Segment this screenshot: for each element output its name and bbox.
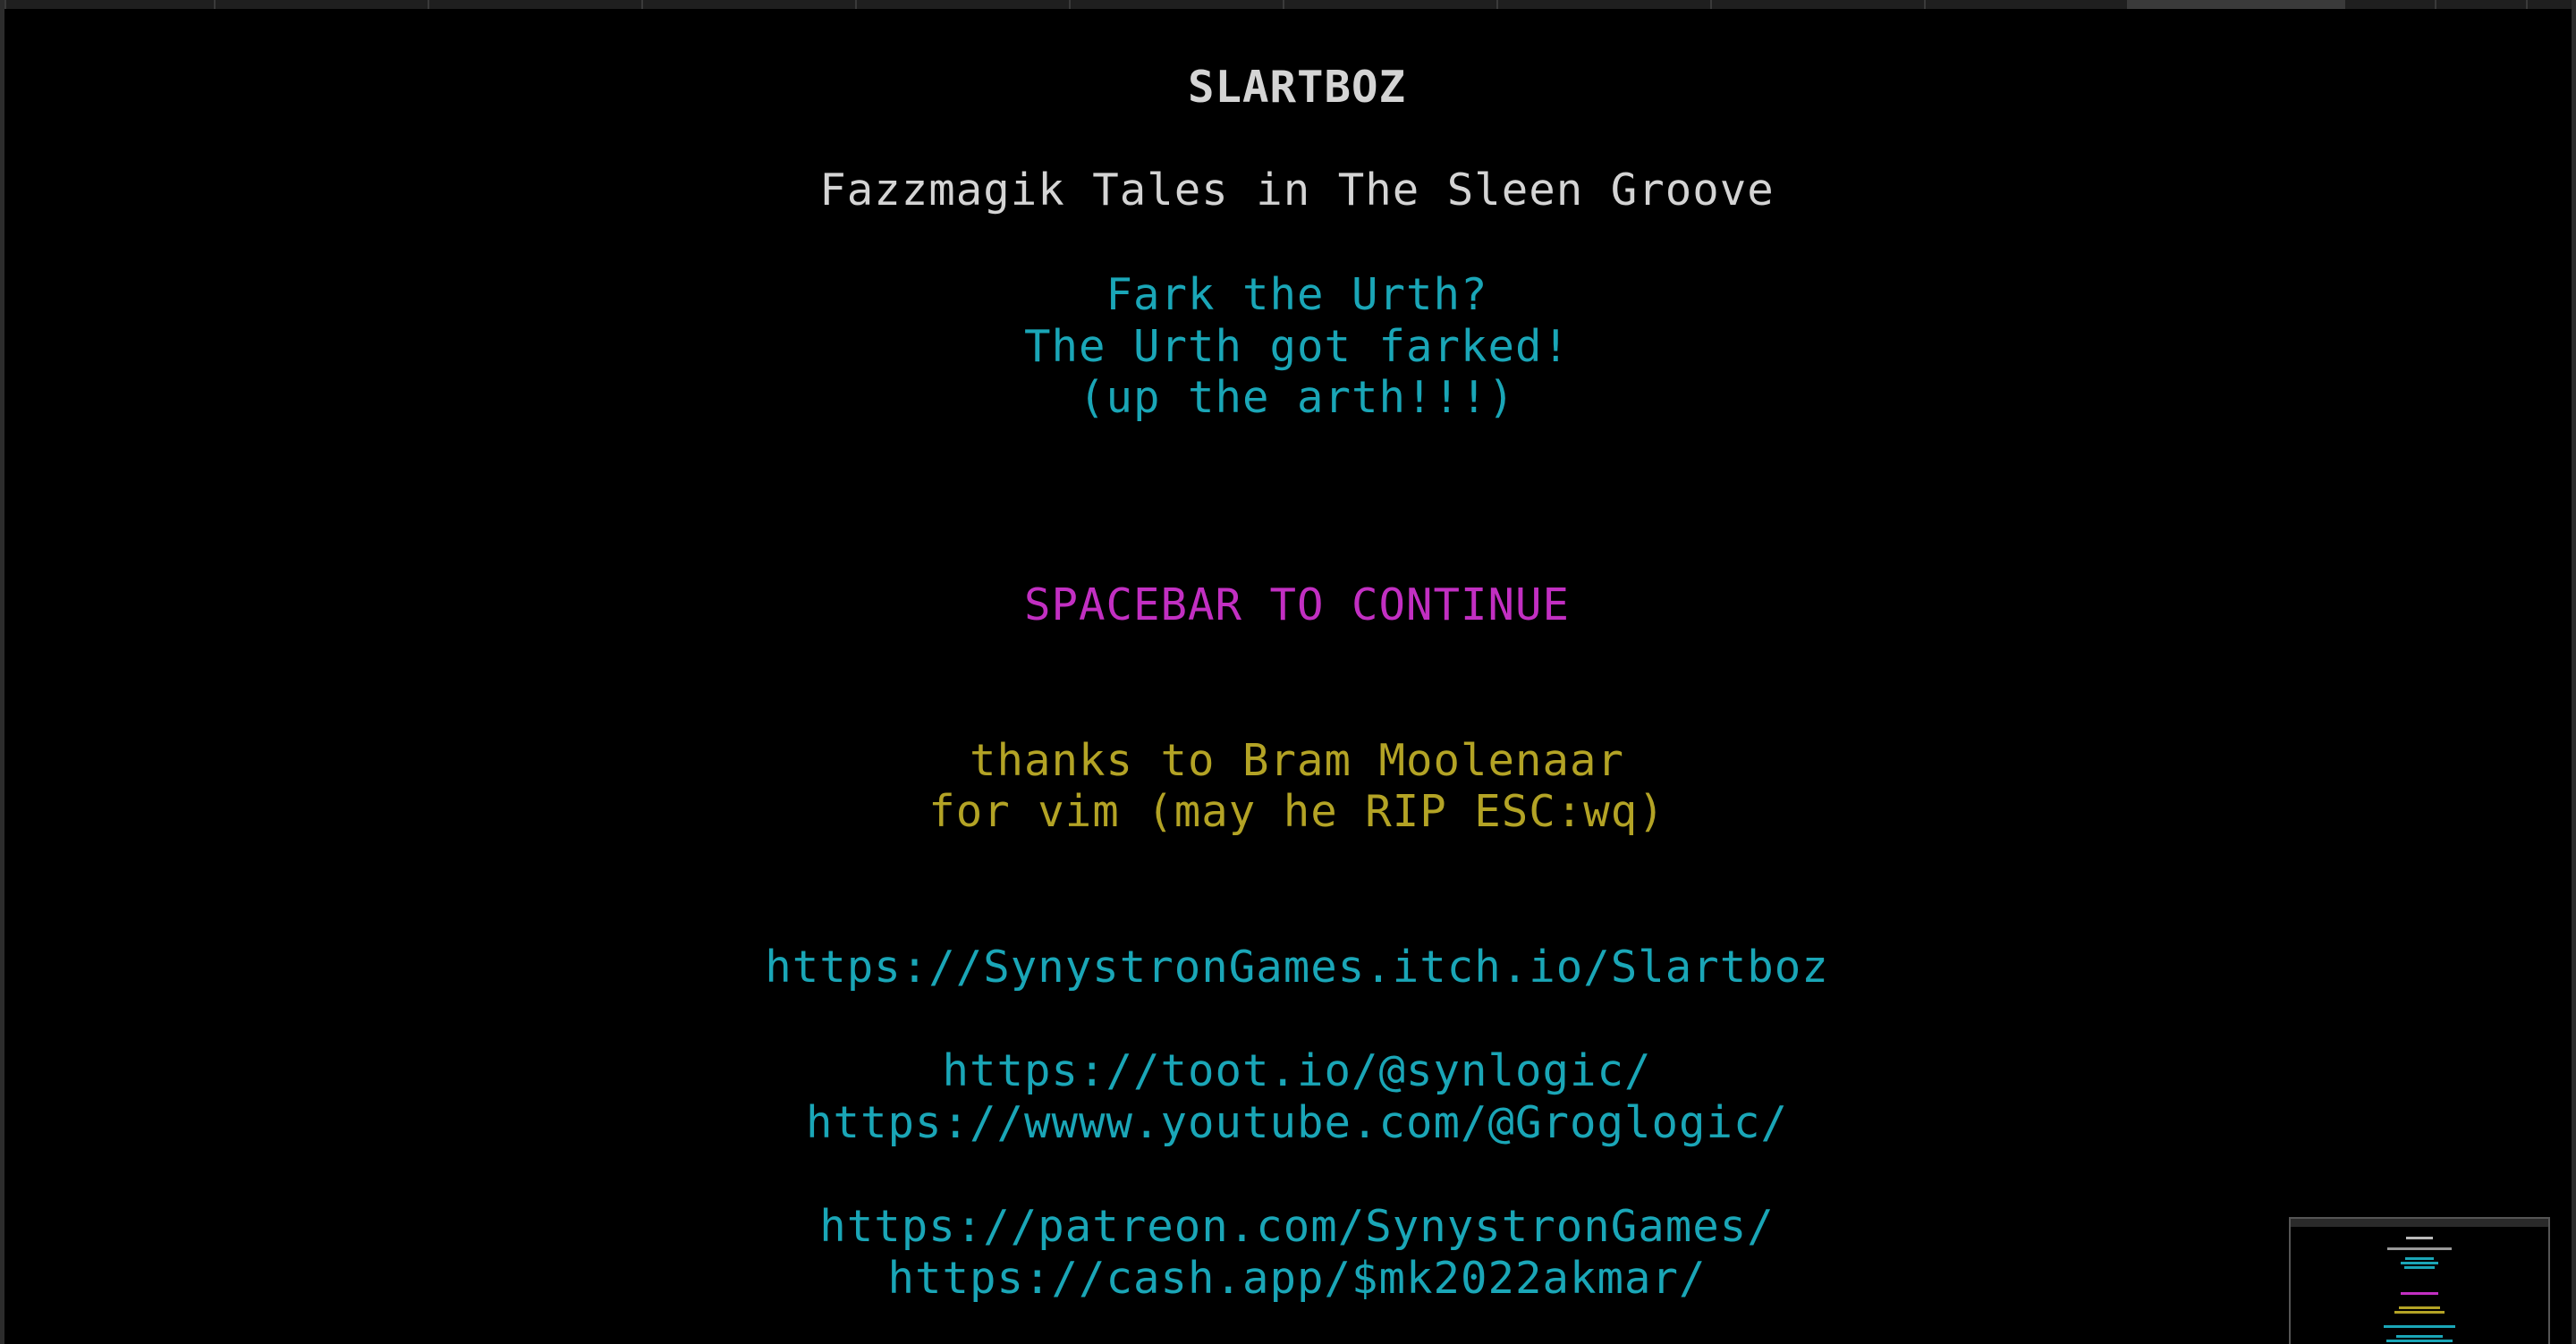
thumbnail-line	[2291, 1325, 2548, 1328]
cashapp-link[interactable]: https://cash.app/$mk2022akmar/	[0, 1253, 2576, 1305]
continue-prompt: SPACEBAR TO CONTINUE	[1023, 579, 1570, 630]
terminal-tab[interactable]	[1924, 0, 2127, 9]
thanks-line: thanks to Bram Moolenaar	[969, 735, 1624, 786]
window-thumbnail-preview[interactable]	[2289, 1217, 2550, 1344]
terminal-tab[interactable]	[2343, 0, 2435, 9]
thumbnail-line	[2291, 1335, 2548, 1338]
itch-link[interactable]: https://SynystronGames.itch.io/Slartboz	[0, 942, 2576, 993]
terminal-tab[interactable]	[4, 0, 214, 9]
thumbnail-line	[2291, 1306, 2548, 1309]
terminal-tab[interactable]	[1496, 0, 1710, 9]
thumbnail-line	[2291, 1266, 2548, 1269]
terminal-tab[interactable]	[1069, 0, 1283, 9]
terminal-tab-active[interactable]	[2127, 0, 2343, 9]
terminal-tab[interactable]	[214, 0, 428, 9]
thumbnail-tab-bar	[2291, 1219, 2548, 1227]
thumbnail-line	[2291, 1262, 2548, 1264]
tagline-line: (up the arth!!!)	[1078, 372, 1515, 423]
terminal-tab[interactable]	[855, 0, 1069, 9]
terminal-tab[interactable]	[641, 0, 855, 9]
thumbnail-line	[2291, 1257, 2548, 1260]
toot-link[interactable]: https://toot.io/@synlogic/	[0, 1045, 2576, 1097]
tagline-line: Fark the Urth?	[1106, 269, 1488, 320]
terminal-tab[interactable]	[2435, 0, 2526, 9]
youtube-link[interactable]: https://wwww.youtube.com/@Groglogic/	[0, 1097, 2576, 1149]
patreon-link[interactable]: https://patreon.com/SynystronGames/	[0, 1201, 2576, 1253]
terminal-window: SLARTBOZ Fazzmagik Tales in The Sleen Gr…	[0, 0, 2576, 1344]
terminal-tab[interactable]	[1283, 0, 1496, 9]
game-subtitle: Fazzmagik Tales in The Sleen Groove	[819, 165, 1775, 216]
terminal-tab[interactable]	[2526, 0, 2572, 9]
terminal-tab[interactable]	[1710, 0, 1924, 9]
thumbnail-line	[2291, 1340, 2548, 1342]
terminal-tab-bar	[0, 0, 2576, 9]
thumbnail-line	[2291, 1237, 2548, 1239]
tagline-line: The Urth got farked!	[1023, 321, 1570, 372]
thumbnail-line	[2291, 1247, 2548, 1250]
thumbnail-line	[2291, 1311, 2548, 1314]
game-title: SLARTBOZ	[1187, 62, 1406, 113]
terminal-tab[interactable]	[428, 0, 641, 9]
thumbnail-line	[2291, 1292, 2548, 1295]
thanks-line: for vim (may he RIP ESC:wq)	[928, 786, 1665, 837]
